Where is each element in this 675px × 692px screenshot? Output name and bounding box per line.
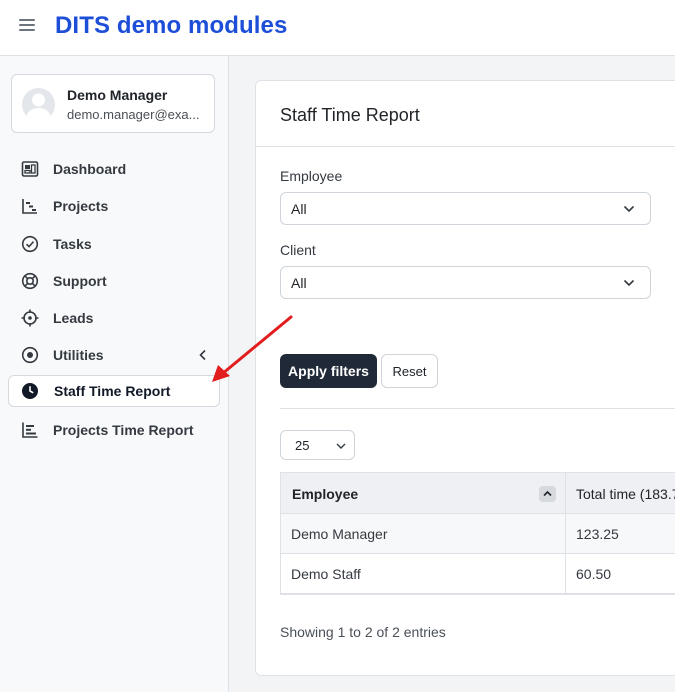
clock-icon bbox=[22, 383, 38, 399]
sidebar-item-label: Support bbox=[53, 273, 107, 289]
page-title: Staff Time Report bbox=[280, 105, 420, 125]
table-row: Demo Staff 60.50 bbox=[281, 554, 675, 594]
sidebar-item-support[interactable]: Support bbox=[8, 265, 220, 297]
sidebar-item-label: Dashboard bbox=[53, 161, 127, 177]
app-title: DITS demo modules bbox=[55, 12, 288, 39]
employee-select[interactable]: All bbox=[280, 192, 651, 225]
sidebar-item-dashboard[interactable]: Dashboard bbox=[8, 153, 220, 185]
lifebuoy-icon bbox=[21, 272, 39, 290]
column-header-total-time[interactable]: Total time (183.75) bbox=[566, 473, 675, 513]
page-size-select[interactable]: 25 bbox=[280, 430, 355, 460]
check-circle-icon bbox=[21, 235, 39, 253]
sidebar-item-tasks[interactable]: Tasks bbox=[8, 228, 220, 260]
sidebar-item-leads[interactable]: Leads bbox=[8, 302, 220, 334]
page-size-value: 25 bbox=[295, 438, 310, 453]
apply-filters-button[interactable]: Apply filters bbox=[280, 354, 377, 388]
employee-filter-label: Employee bbox=[280, 168, 343, 184]
avatar bbox=[22, 88, 55, 121]
sidebar-item-label: Tasks bbox=[53, 236, 92, 252]
chevron-down-icon bbox=[623, 205, 635, 213]
client-filter-label: Client bbox=[280, 242, 316, 258]
client-select-value: All bbox=[291, 275, 307, 291]
table-cell-employee: Demo Manager bbox=[281, 514, 566, 553]
table-cell-total-time: 60.50 bbox=[576, 566, 612, 582]
user-card[interactable]: Demo Manager demo.manager@exa... bbox=[11, 74, 215, 133]
user-avatar-icon bbox=[26, 93, 51, 121]
employee-select-value: All bbox=[291, 201, 307, 217]
gantt-chart-icon bbox=[22, 199, 37, 214]
table-cell-employee: Demo Staff bbox=[281, 554, 566, 593]
top-bar: DITS demo modules bbox=[0, 0, 675, 56]
user-name: Demo Manager bbox=[67, 87, 168, 103]
sidebar-item-label: Staff Time Report bbox=[54, 383, 171, 399]
table-info: Showing 1 to 2 of 2 entries bbox=[280, 624, 446, 640]
bar-chart-icon bbox=[22, 422, 38, 438]
crosshair-icon bbox=[21, 309, 39, 327]
divider bbox=[280, 408, 675, 409]
column-header-employee[interactable]: Employee bbox=[281, 473, 566, 513]
dashboard-icon bbox=[21, 161, 39, 177]
record-circle-icon bbox=[21, 346, 39, 364]
chevron-down-icon bbox=[623, 279, 635, 287]
user-email: demo.manager@exa... bbox=[67, 107, 200, 122]
card-header: Staff Time Report bbox=[256, 81, 675, 147]
sidebar-item-label: Leads bbox=[53, 310, 94, 326]
sort-ascending-icon[interactable] bbox=[539, 486, 556, 502]
client-select[interactable]: All bbox=[280, 266, 651, 299]
chevron-down-icon bbox=[336, 443, 346, 449]
hamburger-icon[interactable] bbox=[19, 19, 35, 33]
table-row: Demo Manager 123.25 bbox=[281, 514, 675, 554]
table-header-row: Employee Total time (183.75) bbox=[281, 473, 675, 514]
chevron-left-icon[interactable] bbox=[198, 349, 208, 361]
sidebar-item-label: Projects bbox=[53, 198, 109, 214]
sidebar: Demo Manager demo.manager@exa... Dashboa… bbox=[0, 56, 229, 692]
table-cell-total-time: 123.25 bbox=[576, 526, 619, 542]
sidebar-item-projects[interactable]: Projects bbox=[8, 190, 220, 222]
sidebar-item-staff-time-report[interactable]: Staff Time Report bbox=[8, 375, 220, 407]
sidebar-item-label: Projects Time Report bbox=[53, 422, 194, 438]
staff-time-table: Employee Total time (183.75) Demo Manage… bbox=[280, 472, 675, 595]
sidebar-item-label: Utilities bbox=[53, 347, 104, 363]
report-card: Staff Time Report Employee All Client Al… bbox=[255, 80, 675, 676]
reset-button[interactable]: Reset bbox=[381, 354, 438, 388]
sidebar-item-utilities[interactable]: Utilities bbox=[8, 339, 220, 371]
sidebar-item-projects-time-report[interactable]: Projects Time Report bbox=[8, 414, 220, 446]
